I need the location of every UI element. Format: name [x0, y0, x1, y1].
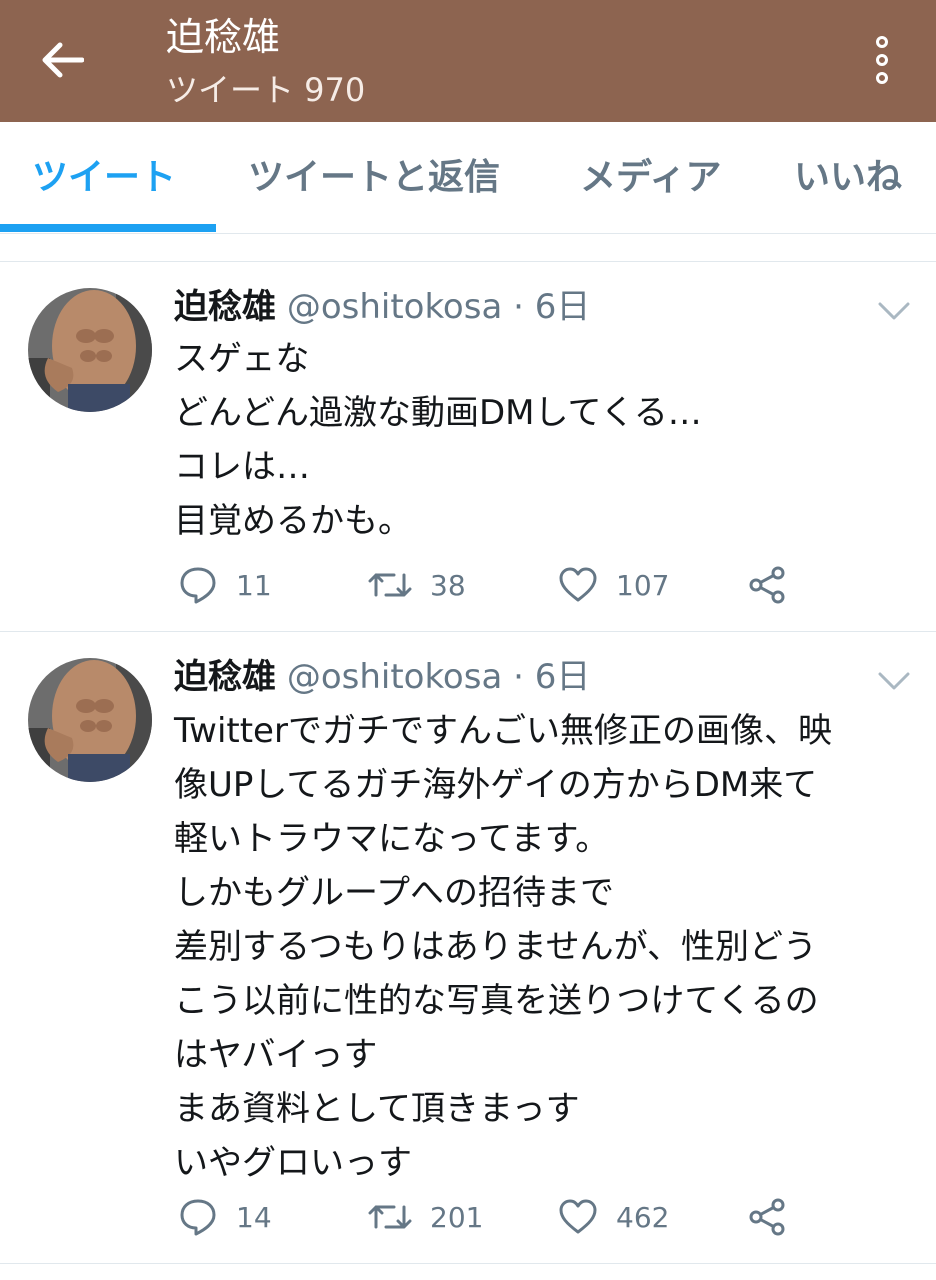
share-button[interactable]	[748, 1192, 788, 1242]
tweet-line: 像UPしてるガチ海外ゲイの方からDM来て	[174, 765, 818, 805]
reply-button[interactable]: 14	[178, 1192, 272, 1242]
tweet-header: 迫稔雄 @oshitokosa · 6日	[174, 284, 590, 330]
retweet-icon	[368, 1205, 412, 1229]
tweet-card[interactable]: 迫稔雄 @oshitokosa · 6日 Twitterでガチですんごい無修正の…	[0, 632, 936, 1264]
tweet-actions: 14 201 462	[174, 1192, 814, 1242]
app-header: 迫稔雄 ツイート 970	[0, 0, 936, 122]
section-divider	[0, 234, 936, 262]
author-handle-time: @oshitokosa · 6日	[286, 657, 591, 697]
author-name[interactable]: 迫稔雄	[174, 287, 276, 327]
like-button[interactable]: 462	[558, 1192, 669, 1242]
author-handle-time: @oshitokosa · 6日	[286, 287, 591, 327]
profile-tabs: ツイート ツイートと返信 メディア いいね	[0, 122, 936, 234]
retweet-button[interactable]: 38	[368, 560, 466, 610]
speech-bubble-icon	[180, 567, 216, 604]
tweet-line: 目覚めるかも。	[174, 501, 412, 541]
tweet-line: どんどん過激な動画DMしてくる…	[174, 393, 702, 433]
tweet-card[interactable]: 迫稔雄 @oshitokosa · 6日 スゲェな どんどん過激な動画DMしてく…	[0, 262, 936, 632]
retweet-icon	[368, 573, 412, 597]
avatar-photo	[28, 658, 152, 782]
author-name[interactable]: 迫稔雄	[174, 657, 276, 697]
tweet-line: いやグロいっす	[174, 1143, 412, 1183]
reply-button[interactable]: 11	[178, 560, 272, 610]
share-button[interactable]	[748, 560, 788, 610]
tweet-line: はヤバイっす	[174, 1035, 378, 1075]
avatar[interactable]	[28, 658, 152, 782]
chevron-down-icon[interactable]	[876, 296, 912, 324]
tweet-line: 軽いトラウマになってます。	[174, 819, 610, 859]
back-button[interactable]	[30, 34, 94, 86]
tweet-line: Twitterでガチですんごい無修正の画像、映	[174, 711, 832, 751]
reply-count: 11	[236, 568, 272, 602]
tweet-line: 差別するつもりはありませんが、性別どう	[174, 927, 817, 967]
avatar[interactable]	[28, 288, 152, 412]
profile-name-title: 迫稔雄	[166, 15, 281, 59]
tab-tweets-and-replies[interactable]: ツイートと返信	[248, 152, 500, 204]
arrow-left-icon	[42, 42, 84, 78]
avatar-photo	[28, 288, 152, 412]
more-options-button[interactable]	[858, 30, 906, 90]
speech-bubble-icon	[180, 1199, 216, 1236]
retweet-button[interactable]: 201	[368, 1192, 483, 1242]
tweet-header: 迫稔雄 @oshitokosa · 6日	[174, 654, 590, 700]
retweet-count: 201	[430, 1200, 484, 1234]
share-icon	[749, 1198, 785, 1236]
tweet-count: ツイート 970	[166, 71, 366, 109]
active-tab-indicator	[0, 224, 216, 232]
tweet-line: しかもグループへの招待まで	[174, 873, 614, 913]
tweet-text: Twitterでガチですんごい無修正の画像、映 像UPしてるガチ海外ゲイの方から…	[174, 704, 914, 1190]
tweet-line: こう以前に性的な写真を送りつけてくるの	[174, 981, 819, 1021]
like-count: 107	[616, 568, 670, 602]
heart-icon	[559, 567, 597, 602]
tab-likes[interactable]: いいね	[794, 152, 902, 204]
like-count: 462	[616, 1200, 670, 1234]
vertical-dots-icon	[876, 36, 888, 48]
tab-media[interactable]: メディア	[580, 152, 721, 204]
retweet-count: 38	[430, 568, 466, 602]
tweet-text: スゲェな どんどん過激な動画DMしてくる… コレは… 目覚めるかも。	[174, 332, 914, 548]
tweet-line: コレは…	[174, 447, 310, 487]
like-button[interactable]: 107	[558, 560, 669, 610]
heart-icon	[559, 1199, 597, 1234]
tweet-actions: 11 38 107	[174, 560, 814, 610]
tweet-line: まあ資料として頂きまっす	[174, 1089, 580, 1129]
reply-count: 14	[236, 1200, 272, 1234]
chevron-down-icon[interactable]	[876, 666, 912, 694]
share-icon	[749, 566, 785, 604]
tweet-line: スゲェな	[174, 339, 310, 379]
tab-tweets[interactable]: ツイート	[32, 152, 176, 204]
